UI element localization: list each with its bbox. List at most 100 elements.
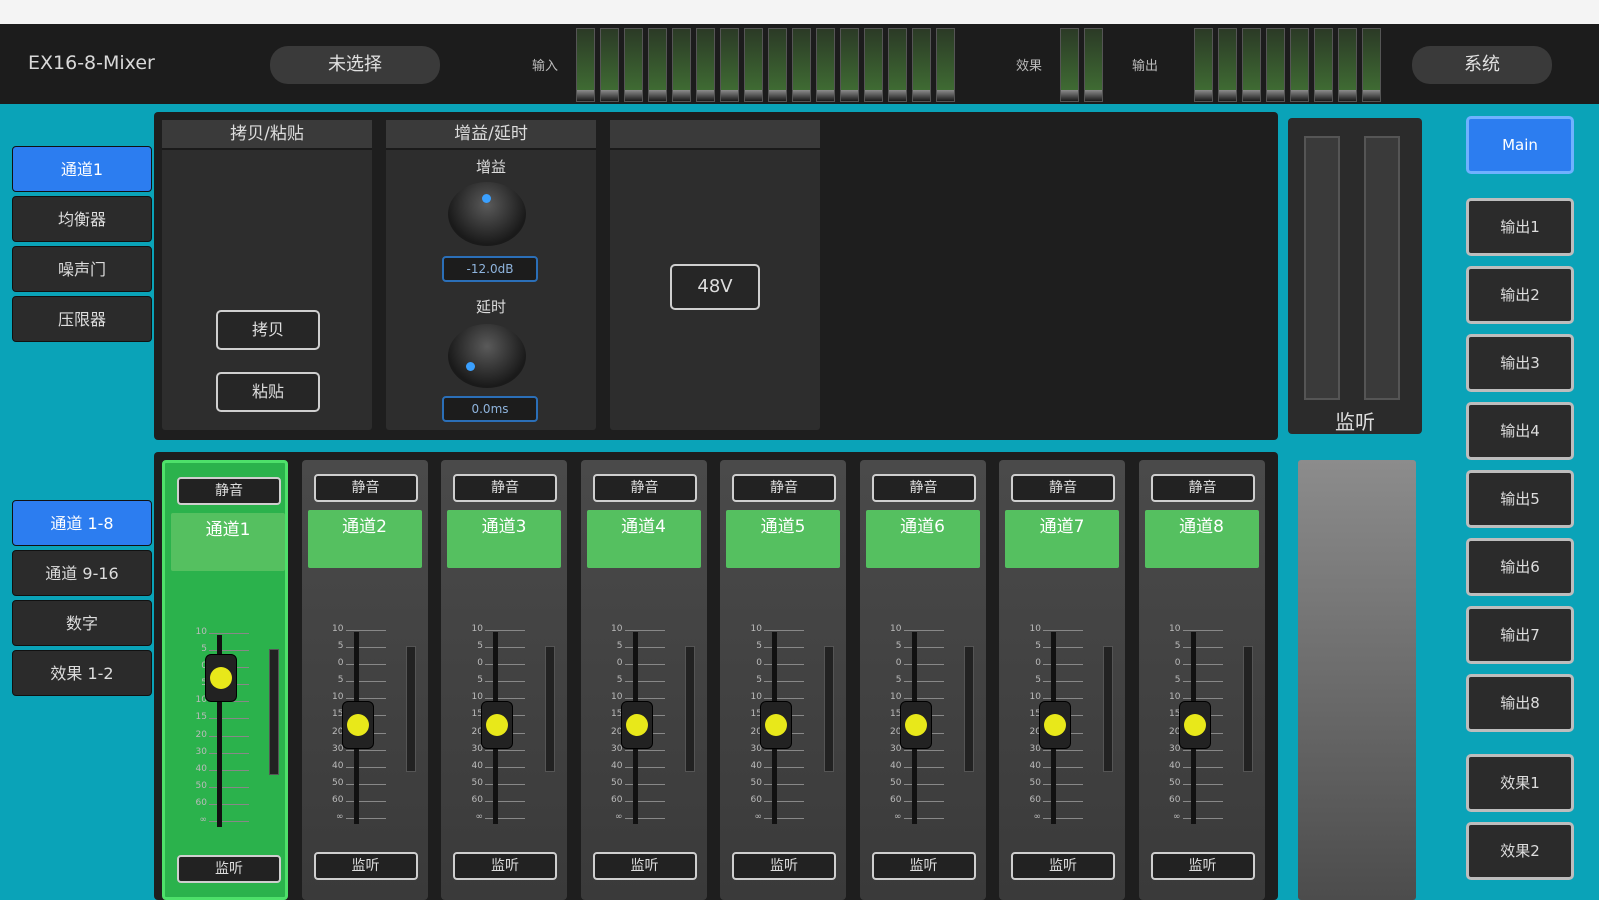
copy-paste-panel: 拷贝/粘贴 拷贝 粘贴	[162, 120, 372, 430]
listen-button[interactable]: 监听	[1011, 852, 1115, 880]
channel-name-button[interactable]: 通道5	[726, 510, 840, 568]
scale-tick	[1182, 800, 1223, 802]
channel-name-button[interactable]: 通道3	[447, 510, 561, 568]
scale-tick	[1043, 698, 1083, 700]
copy-button[interactable]: 拷贝	[216, 310, 320, 350]
nav-equalizer[interactable]: 均衡器	[12, 196, 152, 242]
bank-fx-1-2[interactable]: 效果 1-2	[12, 650, 152, 696]
scale-tick-label: 50	[611, 777, 623, 788]
fader-knob-icon[interactable]	[899, 701, 932, 750]
scale-tick	[1043, 800, 1083, 802]
output-select-button[interactable]: 输出6	[1466, 538, 1574, 596]
output-meter	[1314, 28, 1333, 102]
scale-tick	[764, 630, 804, 631]
scale-tick-label: 10	[1029, 624, 1041, 634]
scale-tick	[485, 766, 525, 768]
fader-knob-icon[interactable]	[1039, 701, 1071, 750]
nav-noise-gate[interactable]: 噪声门	[12, 246, 152, 292]
bank-digital[interactable]: 数字	[12, 600, 152, 646]
input-meter	[864, 28, 883, 102]
scale-tick	[345, 630, 386, 631]
scale-tick	[345, 647, 386, 649]
mute-button[interactable]: 静音	[871, 474, 976, 502]
mute-button[interactable]: 静音	[1150, 474, 1255, 502]
output-select-button[interactable]: 效果1	[1466, 754, 1574, 812]
fader-knob-icon[interactable]	[760, 701, 792, 750]
scale-tick-label: 5	[616, 641, 623, 652]
scale-tick-label: 15	[195, 712, 207, 723]
scale-tick-label: 40	[750, 760, 762, 771]
scale-tick-label: 10	[890, 624, 902, 634]
listen-button[interactable]: 监听	[313, 852, 418, 880]
gain-knob-icon[interactable]	[448, 182, 526, 246]
delay-knob-icon[interactable]	[448, 324, 526, 388]
output-select-button[interactable]: 输出1	[1466, 198, 1574, 256]
phantom-panel-header	[610, 120, 820, 150]
nav-channel1[interactable]: 通道1	[12, 146, 152, 192]
bank-channels-9-16[interactable]: 通道 9-16	[12, 550, 152, 596]
scale-tick-label: 0	[1174, 658, 1181, 669]
scale-tick-label: 20	[750, 726, 762, 737]
gain-knob-indicator	[482, 194, 491, 203]
listen-button[interactable]: 监听	[871, 852, 976, 880]
mute-button[interactable]: 静音	[453, 474, 557, 502]
system-button[interactable]: 系统	[1412, 46, 1552, 84]
mute-button[interactable]: 静音	[732, 474, 836, 502]
fader-knob-icon[interactable]	[205, 654, 237, 703]
scale-tick-label: 0	[183, 661, 207, 671]
mute-button[interactable]: 静音	[177, 477, 281, 505]
fader-cap	[486, 714, 508, 737]
scene-select-button[interactable]: 未选择	[270, 46, 440, 84]
scale-tick	[764, 664, 804, 666]
channel-name-button[interactable]: 通道6	[865, 510, 980, 568]
fader-knob-icon[interactable]	[620, 701, 653, 750]
scale-tick	[209, 633, 249, 634]
scale-tick	[1182, 766, 1223, 768]
channel-name-button[interactable]: 通道8	[1144, 510, 1259, 568]
paste-button[interactable]: 粘贴	[216, 372, 320, 412]
channel-name-button[interactable]: 通道4	[586, 510, 701, 568]
mute-button[interactable]: 静音	[313, 474, 418, 502]
scale-tick	[624, 630, 665, 631]
scale-tick-label: 30	[1169, 743, 1181, 754]
scale-tick-label: 15	[332, 709, 344, 720]
scale-tick-label: 5	[1035, 675, 1041, 686]
scale-tick-label: 10	[471, 692, 483, 703]
mute-button[interactable]: 静音	[592, 474, 697, 502]
listen-button[interactable]: 监听	[1150, 852, 1255, 880]
fader-knob-icon[interactable]	[341, 701, 374, 750]
output-select-button[interactable]: 输出2	[1466, 266, 1574, 324]
monitor-meter-right	[1364, 136, 1400, 400]
fader-knob-icon[interactable]	[1178, 701, 1211, 750]
scale-tick	[1182, 749, 1223, 751]
phantom-48v-button[interactable]: 48V	[670, 264, 760, 310]
mute-button[interactable]: 静音	[1011, 474, 1115, 502]
output-select-button[interactable]: 输出7	[1466, 606, 1574, 664]
scale-tick	[345, 800, 386, 802]
app-title: EX16-8-Mixer	[28, 52, 155, 74]
bank-channels-1-8[interactable]: 通道 1-8	[12, 500, 152, 546]
scale-tick	[624, 698, 665, 700]
output-select-button[interactable]: 效果2	[1466, 822, 1574, 880]
delay-value[interactable]: 0.0ms	[442, 396, 538, 422]
listen-button[interactable]: 监听	[732, 852, 836, 880]
gain-value[interactable]: -12.0dB	[442, 256, 538, 282]
output-select-button[interactable]: 输出8	[1466, 674, 1574, 732]
output-select-button[interactable]: 输出3	[1466, 334, 1574, 392]
channel-name-button[interactable]: 通道7	[1005, 510, 1119, 568]
output-select-button[interactable]: 输出4	[1466, 402, 1574, 460]
listen-button[interactable]: 监听	[592, 852, 697, 880]
channel-strip: 静音 通道3 10 5 0 5 10 15 20 30 40 50 60 ∞ 监听	[441, 460, 567, 900]
phantom-panel: 48V	[610, 120, 820, 430]
monitor-fader[interactable]	[1298, 460, 1416, 900]
channel-name-button[interactable]: 通道1	[171, 513, 285, 571]
output-main-button[interactable]: Main	[1466, 116, 1574, 174]
listen-button[interactable]: 监听	[453, 852, 557, 880]
output-select-button[interactable]: 输出5	[1466, 470, 1574, 528]
fader-knob-icon[interactable]	[481, 701, 513, 750]
channel-name-button[interactable]: 通道2	[307, 510, 422, 568]
channel-level-meter	[269, 649, 279, 775]
nav-compressor[interactable]: 压限器	[12, 296, 152, 342]
listen-button[interactable]: 监听	[177, 855, 281, 883]
scale-tick	[903, 749, 944, 751]
